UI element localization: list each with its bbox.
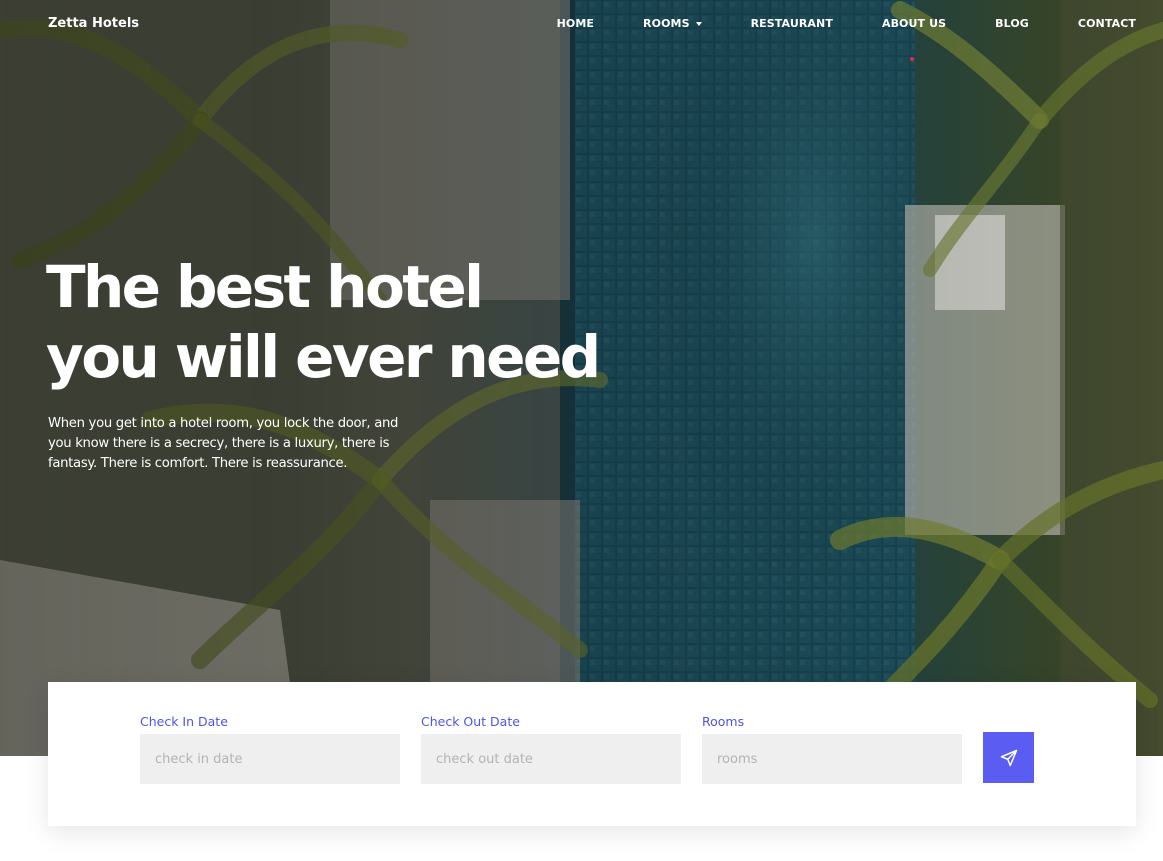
active-indicator-dot xyxy=(910,57,914,61)
nav-item-label: HOME xyxy=(556,17,595,30)
hero-title-line-2: you will ever need xyxy=(46,323,601,391)
nav-item-label: BLOG xyxy=(995,17,1029,30)
check-out-label: Check Out Date xyxy=(421,714,520,729)
booking-form: Check In Date check in date Check Out Da… xyxy=(48,682,1136,826)
check-in-field: Check In Date check in date xyxy=(140,714,400,784)
hero-description: When you get into a hotel room, you lock… xyxy=(48,416,399,471)
rooms-label: Rooms xyxy=(702,714,745,729)
nav-menu: HOME ROOMS RESTAURANT ABOUT US BLOG CONT… xyxy=(508,17,1136,30)
rooms-input[interactable]: rooms xyxy=(702,734,962,784)
hero-title: The best hotel you will ever need xyxy=(46,252,686,392)
submit-booking-button[interactable] xyxy=(983,732,1034,783)
nav-item-label: RESTAURANT xyxy=(750,17,833,30)
nav-item-label: ABOUT US xyxy=(881,17,947,30)
check-out-field: Check Out Date check out date xyxy=(421,714,681,784)
nav-item-label: CONTACT xyxy=(1077,17,1136,30)
caret-down-icon xyxy=(695,21,702,26)
nav-item-blog[interactable]: BLOG xyxy=(995,17,1029,30)
nav-item-about-us[interactable]: ABOUT US xyxy=(882,17,946,30)
check-in-input[interactable]: check in date xyxy=(140,734,400,784)
rooms-field: Rooms rooms xyxy=(702,714,962,784)
nav-item-rooms[interactable]: ROOMS xyxy=(643,17,702,30)
navbar: Zetta Hotels HOME ROOMS RESTAURANT ABOUT… xyxy=(0,0,1163,61)
brand-logo[interactable]: Zetta Hotels xyxy=(48,16,139,31)
hero-title-line-1: The best hotel xyxy=(46,253,484,321)
check-in-label: Check In Date xyxy=(140,714,228,729)
nav-item-home[interactable]: HOME xyxy=(557,17,594,30)
nav-item-contact[interactable]: CONTACT xyxy=(1078,17,1136,30)
paper-plane-icon xyxy=(1000,749,1017,766)
check-out-input[interactable]: check out date xyxy=(421,734,681,784)
nav-item-restaurant[interactable]: RESTAURANT xyxy=(751,17,833,30)
nav-item-label: ROOMS xyxy=(643,17,690,30)
